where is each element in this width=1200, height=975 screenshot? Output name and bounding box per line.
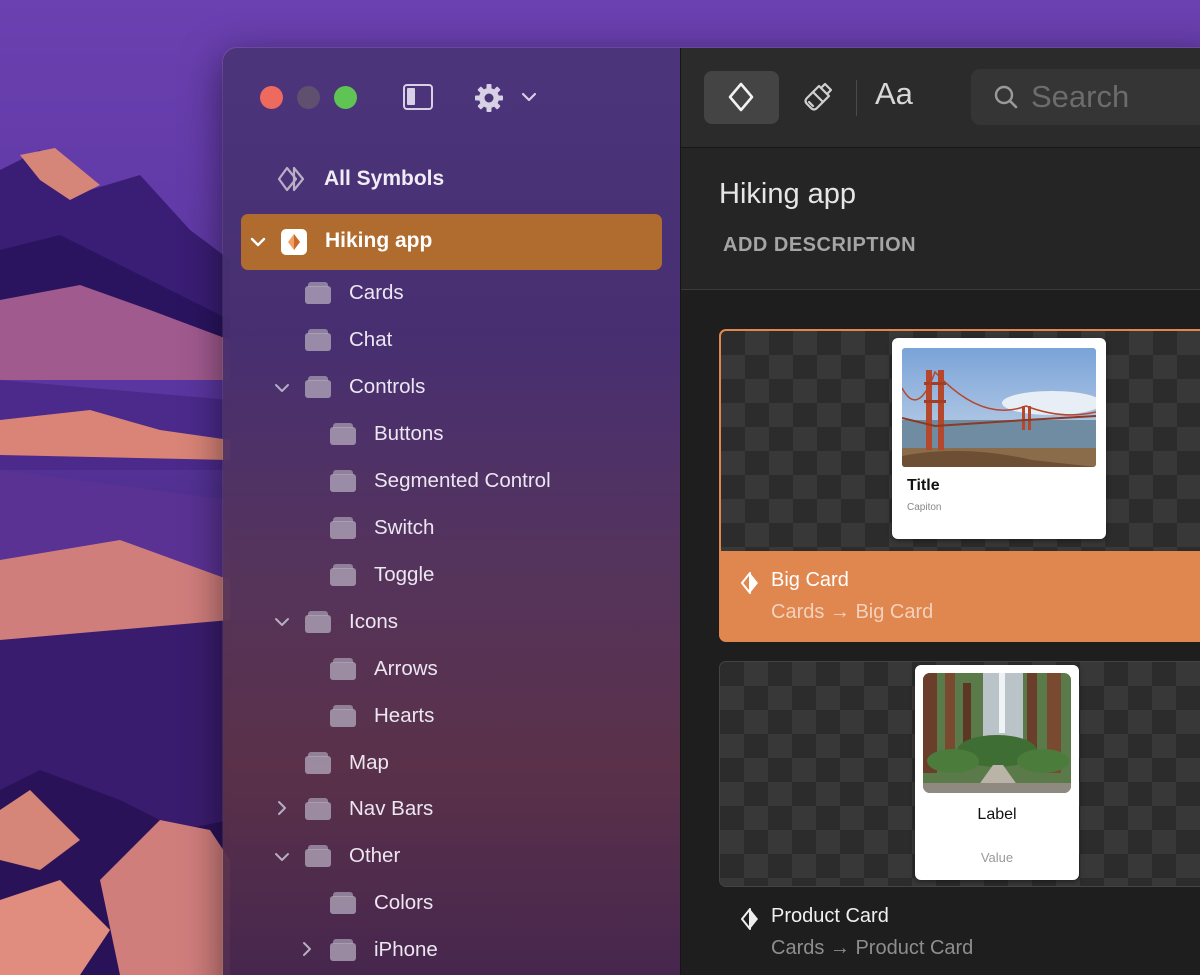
- symbols-icon: [278, 166, 305, 192]
- search-icon: [994, 85, 1018, 109]
- sidebar-item-nav-bars[interactable]: Nav Bars: [305, 789, 433, 829]
- folder-icon: [305, 329, 331, 351]
- page-title[interactable]: Hiking app: [719, 178, 856, 211]
- sidebar-item-label: Chat: [349, 328, 393, 351]
- folder-icon: [330, 423, 356, 445]
- sidebar-item-toggle[interactable]: Toggle: [330, 555, 434, 595]
- gear-icon[interactable]: [473, 82, 505, 114]
- sidebar-item-label: Switch: [374, 516, 435, 539]
- preview-title: Title: [907, 477, 940, 494]
- app-window: All Symbols Hiking app Cards Chat Contro…: [223, 48, 1200, 975]
- sidebar-item-cards[interactable]: Cards: [305, 273, 404, 313]
- symbol-card-footer: Big Card Cards → Big Card: [721, 551, 1200, 640]
- folder-icon: [330, 705, 356, 727]
- folder-icon: [305, 752, 331, 774]
- symbol-card-big-card[interactable]: Title Capiton Big Card Cards → Big Card: [719, 329, 1200, 642]
- sidebar-item-segmented-control[interactable]: Segmented Control: [330, 461, 551, 501]
- close-window-button[interactable]: [260, 86, 283, 109]
- bridge-photo: [902, 348, 1096, 467]
- sidebar-item-buttons[interactable]: Buttons: [330, 414, 444, 454]
- preview-label: Label: [977, 806, 1017, 823]
- sidebar-item-hiking-app[interactable]: Hiking app: [241, 214, 662, 270]
- document-icon: [281, 229, 307, 255]
- paintbrush-icon[interactable]: [799, 80, 835, 116]
- folder-icon: [305, 376, 331, 398]
- symbol-card-footer[interactable]: Product Card Cards → Product Card: [719, 887, 1200, 975]
- sidebar-item-label: Cards: [349, 281, 404, 304]
- sidebar-item-colors[interactable]: Colors: [330, 883, 433, 923]
- sidebar-item-label: iPhone: [374, 938, 438, 961]
- sidebar-toggle-icon[interactable]: [403, 84, 433, 110]
- symbol-card-product-card[interactable]: Label Value: [719, 661, 1200, 887]
- chevron-down-icon[interactable]: [274, 614, 290, 630]
- folder-icon: [330, 470, 356, 492]
- sidebar-item-iphone[interactable]: iPhone: [330, 930, 438, 970]
- chevron-right-icon[interactable]: [274, 800, 290, 816]
- sidebar-item-label: Hiking app: [325, 229, 433, 252]
- chevron-down-icon[interactable]: [520, 88, 538, 106]
- symbol-diamond-icon: [728, 82, 754, 112]
- sidebar-item-label: Arrows: [374, 657, 438, 680]
- sidebar: All Symbols Hiking app Cards Chat Contro…: [223, 48, 681, 975]
- folder-icon: [330, 939, 356, 961]
- sidebar-item-label: Segmented Control: [374, 469, 551, 492]
- sidebar-item-label: Icons: [349, 610, 398, 633]
- document-header: Hiking app ADD DESCRIPTION: [681, 148, 1200, 290]
- symbol-path: Cards → Big Card: [771, 601, 934, 623]
- symbol-path: Cards → Product Card: [771, 937, 974, 959]
- main-panel: Aa Hiking app ADD DESCRIPTION: [681, 48, 1200, 975]
- sidebar-item-label: Colors: [374, 891, 434, 914]
- toolbar-separator: [856, 80, 857, 116]
- forest-photo: [923, 673, 1071, 793]
- sidebar-item-label: Other: [349, 844, 401, 867]
- symbol-diamond-icon: [741, 572, 758, 594]
- symbol-name: Product Card: [771, 905, 889, 927]
- symbol-preview: Title Capiton: [892, 338, 1106, 539]
- folder-icon: [305, 611, 331, 633]
- search-box[interactable]: [971, 69, 1200, 125]
- sidebar-item-arrows[interactable]: Arrows: [330, 649, 438, 689]
- folder-icon: [305, 798, 331, 820]
- search-input[interactable]: [1031, 78, 1200, 116]
- all-symbols-label: All Symbols: [324, 167, 445, 190]
- sidebar-item-label: Nav Bars: [349, 797, 434, 820]
- sidebar-item-label: Hearts: [374, 704, 435, 727]
- folder-icon: [305, 282, 331, 304]
- folder-icon: [330, 517, 356, 539]
- sidebar-item-chat[interactable]: Chat: [305, 320, 392, 360]
- text-styles-button[interactable]: Aa: [875, 76, 913, 112]
- sidebar-item-label: Map: [349, 751, 389, 774]
- symbols-grid: Title Capiton Big Card Cards → Big Card: [681, 290, 1200, 975]
- symbol-name: Big Card: [771, 569, 849, 591]
- preview-caption: Capiton: [907, 502, 942, 513]
- minimize-window-button[interactable]: [297, 86, 320, 109]
- sidebar-item-icons[interactable]: Icons: [305, 602, 398, 642]
- folder-icon: [305, 845, 331, 867]
- chevron-down-icon[interactable]: [274, 849, 290, 865]
- chevron-down-icon[interactable]: [249, 233, 267, 251]
- chevron-down-icon[interactable]: [274, 380, 290, 396]
- maximize-window-button[interactable]: [334, 86, 357, 109]
- sidebar-item-hearts[interactable]: Hearts: [330, 696, 434, 736]
- folder-icon: [330, 564, 356, 586]
- sidebar-item-map[interactable]: Map: [305, 743, 389, 783]
- symbol-diamond-icon: [741, 908, 758, 930]
- sidebar-item-switch[interactable]: Switch: [330, 508, 434, 548]
- all-symbols-item[interactable]: All Symbols: [278, 166, 444, 192]
- folder-icon: [330, 658, 356, 680]
- window-controls: [260, 86, 357, 109]
- sidebar-item-controls[interactable]: Controls: [305, 367, 425, 407]
- sidebar-item-label: Controls: [349, 375, 426, 398]
- chevron-right-icon[interactable]: [299, 941, 315, 957]
- toolbar: Aa: [681, 48, 1200, 148]
- symbol-preview: Label Value: [915, 665, 1079, 880]
- sidebar-item-other[interactable]: Other: [305, 836, 400, 876]
- folder-icon: [330, 892, 356, 914]
- sidebar-item-label: Buttons: [374, 422, 444, 445]
- preview-value: Value: [980, 850, 1014, 865]
- sidebar-item-label: Toggle: [374, 563, 435, 586]
- add-description-button[interactable]: ADD DESCRIPTION: [723, 234, 916, 257]
